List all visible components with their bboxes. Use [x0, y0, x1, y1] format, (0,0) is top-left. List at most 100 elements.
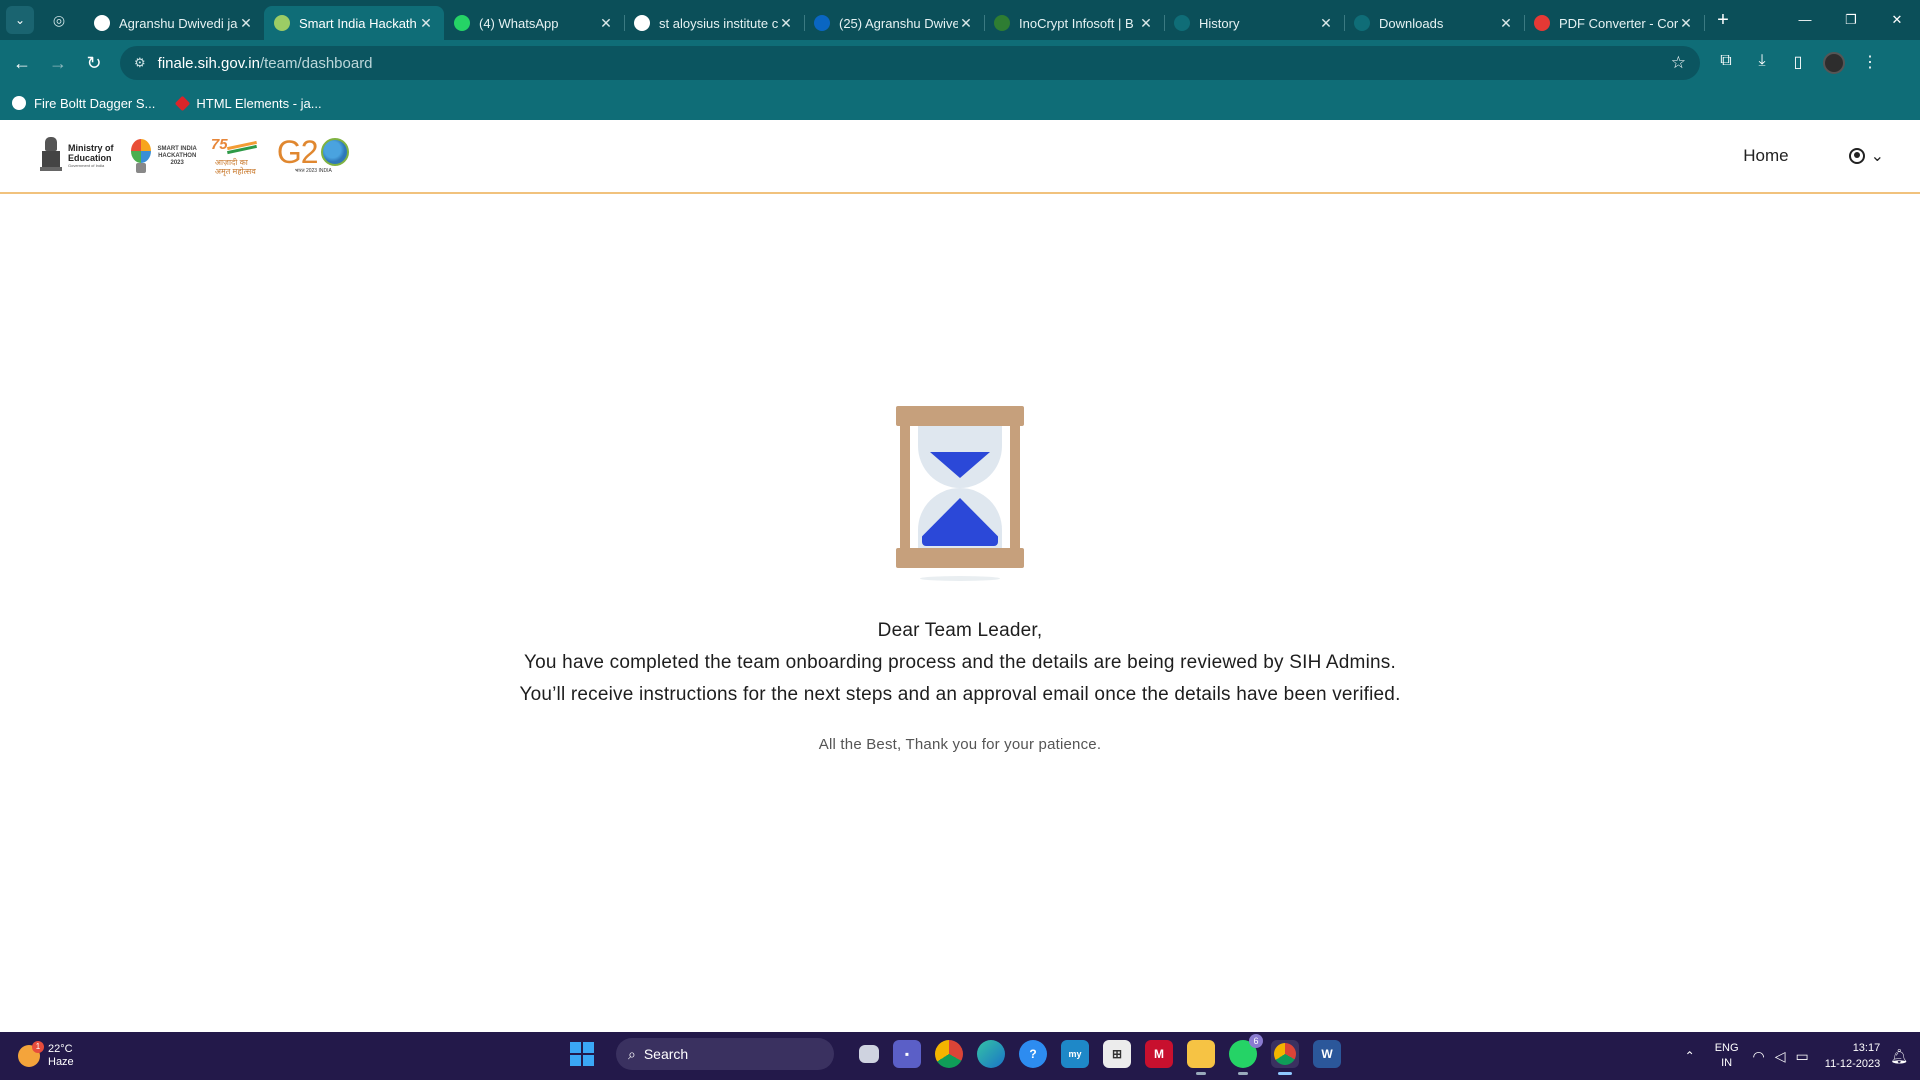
close-tab-icon[interactable]: ✕ — [418, 15, 434, 32]
language-indicator[interactable]: ENG IN — [1715, 1041, 1739, 1071]
notification-bell-icon[interactable]: 🔔︎ — [1890, 1048, 1908, 1065]
download-icon — [1354, 15, 1370, 31]
chevron-up-icon[interactable]: ⌃ — [1685, 1049, 1695, 1063]
file-explorer-icon[interactable] — [1187, 1040, 1215, 1075]
close-tab-icon[interactable]: ✕ — [1138, 15, 1154, 32]
chevron-down-icon: ⌄ — [1870, 148, 1884, 165]
bookmark-star-icon[interactable]: ☆ — [1671, 53, 1686, 73]
chrome-active-icon[interactable] — [1271, 1040, 1299, 1075]
extensions-icon[interactable]: ⧉ — [1708, 52, 1744, 74]
clock[interactable]: 13:17 11-12-2023 — [1825, 1040, 1880, 1072]
teams-chat-icon[interactable]: ▪ — [893, 1040, 921, 1068]
moe-sub: Government of India — [68, 163, 105, 168]
restore-button[interactable]: ❐ — [1828, 12, 1874, 28]
browser-tab[interactable]: Downloads ✕ — [1344, 6, 1525, 40]
tab-title: Smart India Hackath — [299, 15, 417, 31]
pdf-converter-icon — [1534, 15, 1550, 31]
close-tab-icon[interactable]: ✕ — [598, 15, 614, 32]
windows-start-icon[interactable] — [570, 1042, 594, 1066]
nav-home-link[interactable]: Home — [1743, 146, 1788, 166]
address-bar[interactable]: ⚙ finale.sih.gov.in/team/dashboard ☆ — [120, 46, 1700, 80]
get-help-icon[interactable]: ? — [1019, 1040, 1047, 1068]
g20-sub: भारत 2023 INDIA — [294, 168, 332, 174]
back-button[interactable]: ← — [4, 45, 40, 81]
taskbar-search[interactable]: ⌕ Search — [616, 1038, 834, 1070]
close-tab-icon[interactable]: ✕ — [958, 15, 974, 32]
download-icon[interactable]: ⤓ — [1744, 52, 1780, 74]
sih-logo[interactable]: SMART INDIA HACKATHON 2023 — [128, 137, 197, 175]
word-icon[interactable]: W — [1313, 1040, 1341, 1068]
minimize-button[interactable]: — — [1782, 12, 1828, 28]
user-circle-icon — [1848, 148, 1865, 164]
browser-tab[interactable]: PDF Converter - Cor ✕ — [1524, 6, 1705, 40]
arrow-right-icon: → — [49, 52, 67, 73]
battery-icon[interactable]: ▭ — [1796, 1048, 1809, 1065]
mcafee-icon[interactable]: M — [1145, 1040, 1173, 1068]
aam-hindi: आज़ादी का अमृत महोत्सव — [214, 158, 256, 176]
lotus-globe-icon — [320, 138, 349, 166]
close-tab-icon[interactable]: ✕ — [1498, 15, 1514, 32]
tab-title: (4) WhatsApp — [479, 15, 559, 31]
side-panel-icon[interactable]: ▯ — [1780, 52, 1816, 74]
bookmark-html-elements[interactable]: HTML Elements - ja... — [175, 95, 322, 111]
site-info-icon[interactable]: ⚙ — [134, 55, 146, 71]
close-window-button[interactable]: ✕ — [1874, 12, 1920, 28]
close-tab-icon[interactable]: ✕ — [1678, 15, 1694, 32]
tab-title: History — [1199, 15, 1240, 31]
task-view-icon[interactable] — [859, 1045, 879, 1063]
history-icon — [1174, 15, 1190, 31]
close-tab-icon[interactable]: ✕ — [238, 15, 254, 32]
g20-text: G2 — [276, 134, 319, 170]
tab-title: InoCrypt Infosoft | B — [1019, 15, 1134, 31]
lang-bottom: IN — [1721, 1057, 1733, 1069]
ministry-of-education-logo[interactable]: Ministry of Education Government of Indi… — [40, 137, 114, 175]
edge-icon[interactable] — [977, 1040, 1005, 1068]
mysql-workbench-icon[interactable]: my — [1061, 1040, 1089, 1068]
browser-tab[interactable]: Agranshu Dwivedi ja ✕ — [84, 6, 265, 40]
inocrypt-icon — [994, 15, 1010, 31]
clock-date: 11-12-2023 — [1824, 1058, 1881, 1070]
volume-icon[interactable]: ◁ — [1775, 1048, 1786, 1065]
browser-tab[interactable]: Smart India Hackath ✕ — [264, 6, 444, 40]
forward-button[interactable]: → — [40, 45, 76, 81]
url-host: finale.sih.gov.in — [157, 54, 260, 72]
close-tab-icon[interactable]: ✕ — [1318, 15, 1334, 32]
windows-taskbar: 1 22°C Haze ⌕ Search ▪ ? my ⊞ M 6 W ⌃ EN… — [0, 1032, 1920, 1080]
browser-tab[interactable]: InoCrypt Infosoft | B ✕ — [984, 6, 1165, 40]
bookmark-label: HTML Elements - ja... — [196, 95, 322, 111]
user-menu-button[interactable]: ⌄ — [1848, 146, 1884, 166]
google-icon — [94, 15, 110, 31]
wifi-icon[interactable]: ◠ — [1753, 1048, 1765, 1065]
bookmark-fire-boltt[interactable]: Fire Boltt Dagger S... — [12, 96, 155, 111]
toolbar-actions: ⧉ ⤓ ▯ ⋮ — [1708, 52, 1888, 74]
new-tab-button[interactable]: + — [1708, 9, 1738, 32]
reload-button[interactable]: ↻ — [76, 45, 112, 81]
tab-title: st aloysius institute c — [659, 15, 778, 31]
chrome-icon[interactable] — [935, 1040, 963, 1068]
taskbar-apps: ⌕ Search ▪ ? my ⊞ M 6 W — [570, 1034, 1348, 1075]
sih-line1: SMART INDIA — [157, 145, 197, 152]
site-header: Ministry of Education Government of Indi… — [0, 120, 1920, 194]
whatsapp-icon[interactable]: 6 — [1229, 1034, 1263, 1075]
browser-tab[interactable]: st aloysius institute c ✕ — [624, 6, 805, 40]
weather-widget[interactable]: 1 22°C Haze — [18, 1041, 74, 1069]
microsoft-store-icon[interactable]: ⊞ — [1103, 1040, 1131, 1068]
pinned-tab[interactable]: ◎ — [34, 12, 84, 29]
browser-tab[interactable]: (25) Agranshu Dwive ✕ — [804, 6, 985, 40]
weather-badge: 1 — [32, 1041, 44, 1053]
profile-avatar[interactable] — [1823, 52, 1845, 74]
azadi-ka-amrit-mahotsav-logo[interactable]: 75 आज़ादी का अमृत महोत्सव — [209, 136, 265, 176]
whatsapp-icon — [454, 15, 470, 31]
sih-bulb-icon — [274, 15, 290, 31]
g20-logo[interactable]: G2 भारत 2023 INDIA — [277, 134, 351, 178]
browser-tab[interactable]: (4) WhatsApp ✕ — [444, 6, 625, 40]
message-line1: You have completed the team onboarding p… — [524, 652, 1396, 673]
tab-search-button[interactable]: ⌄ — [6, 6, 34, 34]
more-menu-icon[interactable]: ⋮ — [1852, 52, 1888, 74]
logo-group: Ministry of Education Government of Indi… — [40, 134, 351, 178]
moe-text: Ministry of Education Government of Indi… — [68, 143, 114, 169]
sih-text: SMART INDIA HACKATHON 2023 — [158, 146, 197, 167]
reload-icon: ↻ — [86, 52, 102, 73]
close-tab-icon[interactable]: ✕ — [778, 15, 794, 32]
browser-tab[interactable]: History ✕ — [1164, 6, 1345, 40]
